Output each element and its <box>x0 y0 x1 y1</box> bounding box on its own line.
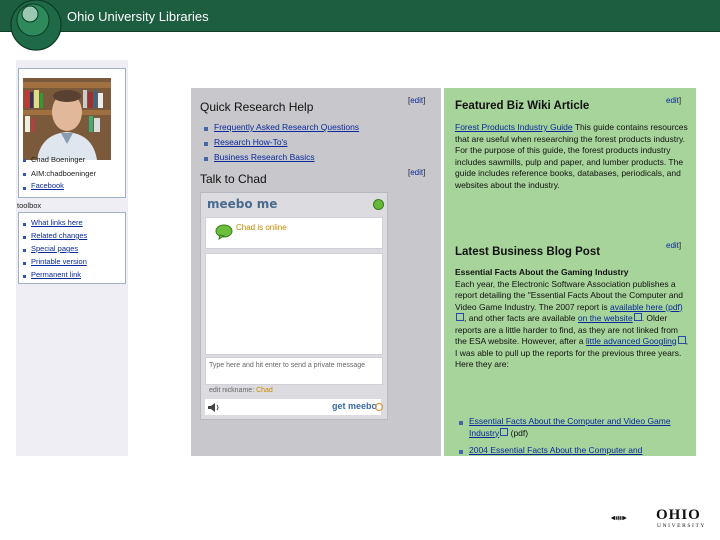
blog-edit: edit] <box>666 241 682 250</box>
blog-list-link-1[interactable]: Essential Facts About the Computer and V… <box>469 416 671 438</box>
toolbox-box: What links here Related changes Special … <box>18 212 126 284</box>
site-title: Ohio University Libraries <box>67 9 209 24</box>
blog-link-googling[interactable]: little advanced Googling <box>586 336 677 346</box>
toolbox-what-links-here[interactable]: What links here <box>31 218 83 227</box>
quick-help-edit: [edit] <box>408 96 426 105</box>
featured-body: Forest Products Industry Guide This guid… <box>455 122 691 191</box>
nickname-label: edit nickname: <box>209 387 255 394</box>
toolbox-related-changes[interactable]: Related changes <box>31 231 87 240</box>
talk-edit-link[interactable]: edit <box>410 168 423 177</box>
featured-edit: edit] <box>666 96 682 105</box>
blog-list-item-2: 2004 Essential Facts About the Computer … <box>469 445 691 456</box>
blog-list-item-1: Essential Facts About the Computer and V… <box>469 416 691 439</box>
meebo-chat-area <box>205 253 383 355</box>
sound-icon[interactable] <box>207 402 221 413</box>
external-link-icon <box>633 313 642 321</box>
featured-edit-link[interactable]: edit <box>666 96 679 105</box>
blog-list-link-2[interactable]: 2004 Essential Facts About the Computer … <box>469 445 642 455</box>
profile-link-name[interactable]: Chad Boeninger <box>31 155 85 164</box>
link-business-basics[interactable]: Business Research Basics <box>214 152 315 162</box>
meebo-chat-widget: meebo me Chad is online Type here and hi… <box>200 192 388 420</box>
toolbox-printable-version[interactable]: Printable version <box>31 257 87 266</box>
external-link-icon <box>677 336 686 344</box>
top-bar: Ohio University Libraries <box>0 0 720 32</box>
blog-post-title: Essential Facts About the Gaming Industr… <box>455 267 629 277</box>
chat-bubble-icon <box>215 224 233 240</box>
featured-title: Featured Biz Wiki Article <box>455 100 590 112</box>
featured-article-link[interactable]: Forest Products Industry Guide <box>455 122 573 132</box>
ohio-logo-text: OHIO <box>656 507 701 523</box>
meebo-status-box: Chad is online <box>205 217 383 249</box>
blog-list-suffix-1: (pdf) <box>508 427 529 438</box>
profile-box: Chad Boeninger AIM:chadboeninger Faceboo… <box>18 68 126 198</box>
meebo-status-text: Chad is online <box>236 223 287 232</box>
blog-title: Latest Business Blog Post <box>455 246 601 258</box>
external-link-icon <box>456 313 464 321</box>
talk-edit: [edit] <box>408 168 426 177</box>
library-logo-icon <box>10 0 62 51</box>
blog-link-website[interactable]: on the website <box>578 313 633 323</box>
profile-link-aim[interactable]: AIM:chadboeninger <box>31 169 96 178</box>
profile-photo <box>23 78 111 160</box>
quick-help-title: Quick Research Help <box>200 100 314 114</box>
meebo-bottom-bar: get meebo <box>205 399 383 415</box>
talk-title: Talk to Chad <box>200 172 267 186</box>
blog-edit-link[interactable]: edit <box>666 241 679 250</box>
toolbox-title: toolbox <box>17 201 42 210</box>
meebo-title: meebo me <box>207 197 278 211</box>
link-faq[interactable]: Frequently Asked Research Questions <box>214 122 359 132</box>
blog-link-report[interactable]: available here (pdf) <box>610 302 683 312</box>
ohio-logo-subtext: UNIVERSITY <box>657 523 706 529</box>
meebo-message-input[interactable]: Type here and hit enter to send a privat… <box>205 357 383 385</box>
ohio-university-seal-icon <box>610 515 627 521</box>
quick-help-edit-link[interactable]: edit <box>410 96 423 105</box>
toolbox-special-pages[interactable]: Special pages <box>31 244 78 253</box>
nickname-value[interactable]: Chad <box>256 387 273 394</box>
profile-link-facebook[interactable]: Facebook <box>31 181 64 190</box>
blog-text-2: , and other facts are available <box>464 313 578 323</box>
get-meebo-link[interactable]: get meebo <box>332 401 377 411</box>
meebo-logo-icon <box>375 403 383 411</box>
meebo-input-hint: Type here and hit enter to send a privat… <box>209 362 366 369</box>
online-status-icon <box>373 199 384 210</box>
featured-text: This guide contains resources that are u… <box>455 122 688 190</box>
link-how-tos[interactable]: Research How-To's <box>214 137 287 147</box>
meebo-nickname: edit nickname: Chad <box>209 387 273 394</box>
toolbox-permanent-link[interactable]: Permanent link <box>31 270 81 279</box>
blog-body: Essential Facts About the Gaming Industr… <box>455 267 691 371</box>
